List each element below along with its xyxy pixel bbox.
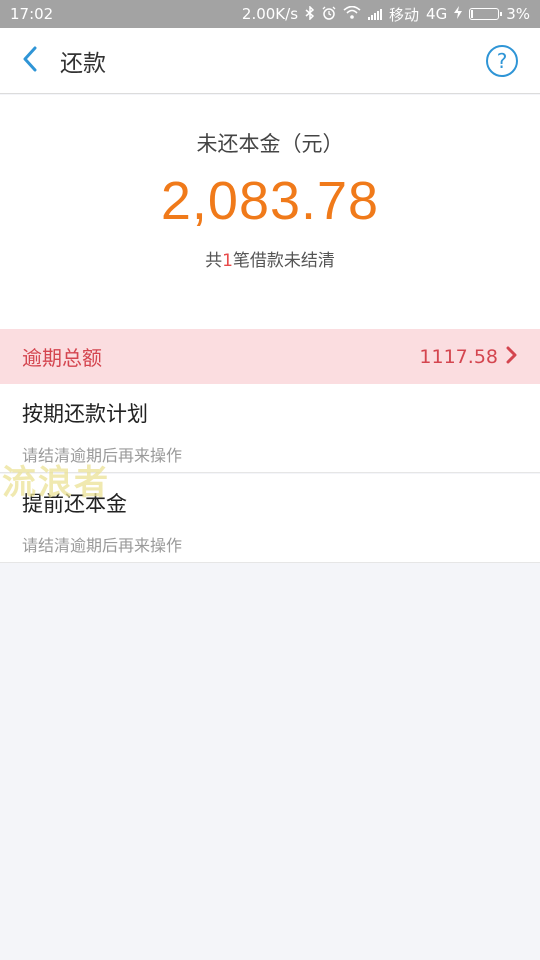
overdue-right: 1117.58 [419,346,518,368]
overdue-total-row[interactable]: 逾期总额 1117.58 [0,329,540,384]
carrier-name: 移动 [389,5,420,24]
status-bar: 17:02 2.00K/s 移动 4G 3% [0,0,540,28]
alarm-icon [322,6,336,23]
question-mark-icon: ? [496,49,508,73]
status-time: 17:02 [10,5,54,23]
item-desc: 请结清逾期后再来操作 [22,446,183,465]
back-button[interactable] [0,28,60,94]
network-speed: 2.00K/s [241,5,299,23]
chevron-left-icon [22,46,38,76]
loan-count: 1 [222,251,233,271]
nav-bar: 还款 ? [0,28,540,94]
signal-icon [368,8,383,20]
loan-count-text: 共1笔借款未结清 [0,246,540,271]
loan-count-suffix: 笔借款未结清 [232,251,335,271]
early-principal-repayment-item[interactable]: 提前还本金 请结清逾期后再来操作 [0,474,540,563]
overdue-label: 逾期总额 [22,346,102,370]
status-indicators: 2.00K/s 移动 4G 3% [242,4,530,25]
item-title: 按期还款计划 [22,402,148,426]
page-title: 还款 [60,50,106,77]
item-desc: 请结清逾期后再来操作 [22,536,183,555]
charging-icon [454,6,463,22]
network-type: 4G [426,5,448,23]
principal-label: 未还本金（元） [196,132,344,156]
item-title: 提前还本金 [22,492,127,516]
principal-amount: 2,083.78 [160,171,380,231]
overdue-amount: 1117.58 [419,345,498,368]
scheduled-repayment-plan-item[interactable]: 按期还款计划 请结清逾期后再来操作 [0,384,540,473]
principal-summary: 未还本金（元） 2,083.78 共1笔借款未结清 [0,95,540,329]
bluetooth-icon [305,4,315,23]
wifi-icon [343,5,361,22]
chevron-right-icon [506,346,518,368]
battery-level: 3% [506,5,530,23]
help-button[interactable]: ? [486,45,518,77]
loan-count-prefix: 共 [205,251,223,271]
battery-icon [469,8,503,20]
